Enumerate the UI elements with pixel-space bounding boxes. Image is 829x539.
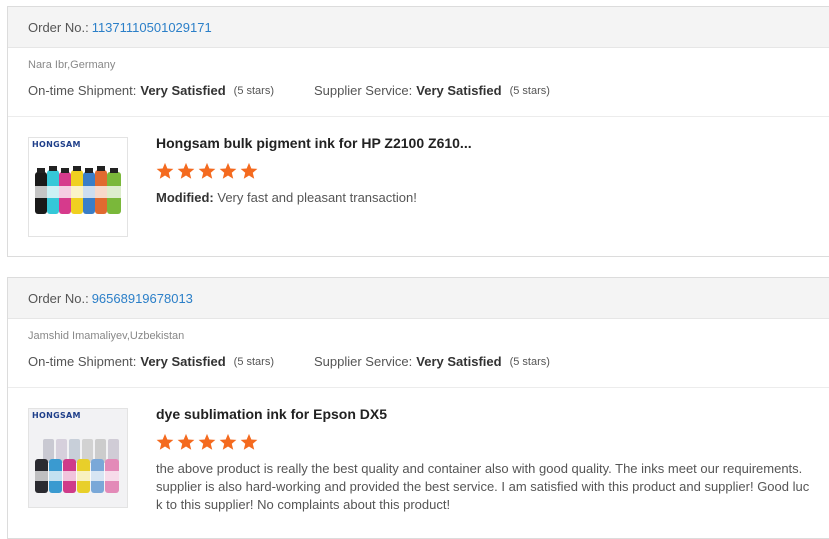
shipment-stars: (5 stars): [233, 355, 274, 368]
product-brand: HONGSAM: [32, 140, 81, 149]
product-thumbnail[interactable]: HONGSAM: [28, 137, 128, 237]
ink-bottles-image: [35, 166, 121, 214]
star-icon: [198, 162, 216, 179]
product-brand: HONGSAM: [32, 411, 81, 420]
feedback-text: Modified: Very fast and pleasant transac…: [156, 189, 811, 207]
shipment-stars: (5 stars): [233, 84, 274, 97]
shipment-value: Very Satisfied: [140, 83, 226, 98]
service-rating: Supplier Service: Very Satisfied (5 star…: [314, 354, 550, 369]
service-value: Very Satisfied: [416, 83, 502, 98]
product-info: Hongsam bulk pigment ink for HP Z2100 Z6…: [156, 135, 811, 207]
service-rating: Supplier Service: Very Satisfied (5 star…: [314, 83, 550, 98]
star-icon: [219, 433, 237, 450]
rating-line: On-time Shipment: Very Satisfied (5 star…: [28, 354, 829, 369]
service-stars: (5 stars): [509, 84, 550, 97]
star-icon: [240, 162, 258, 179]
ink-bottles-image: [29, 409, 127, 507]
feedback-card: Order No.: 96568919678013 Jamshid Imamal…: [7, 277, 829, 539]
star-icon: [219, 162, 237, 179]
star-icon: [156, 433, 174, 450]
shipment-label: On-time Shipment:: [28, 83, 137, 98]
feedback-card: Order No.: 11371110501029171 Nara Ibr,Ge…: [7, 6, 829, 257]
feedback-text: the above product is really the best qua…: [156, 461, 810, 512]
star-icon: [177, 162, 195, 179]
buyer-ratings: Jamshid Imamaliyev,Uzbekistan On-time Sh…: [8, 319, 829, 388]
product-title-link[interactable]: Hongsam bulk pigment ink for HP Z2100 Z6…: [156, 135, 811, 151]
star-rating: [156, 162, 811, 181]
star-rating: [156, 433, 811, 452]
buyer-name: Jamshid Imamaliyev,Uzbekistan: [28, 330, 185, 342]
star-icon: [240, 433, 258, 450]
service-value: Very Satisfied: [416, 354, 502, 369]
shipment-rating: On-time Shipment: Very Satisfied (5 star…: [28, 354, 274, 369]
order-label: Order No.:: [28, 19, 89, 35]
buyer-ratings: Nara Ibr,Germany On-time Shipment: Very …: [8, 48, 829, 117]
product-block: HONGSAM: [8, 117, 829, 237]
shipment-rating: On-time Shipment: Very Satisfied (5 star…: [28, 83, 274, 98]
product-info: dye sublimation ink for Epson DX5 the ab…: [156, 406, 811, 514]
order-number-link[interactable]: 96568919678013: [92, 291, 193, 306]
shipment-label: On-time Shipment:: [28, 354, 137, 369]
product-thumbnail[interactable]: HONGSAM: [28, 408, 128, 508]
order-header: Order No.: 11371110501029171: [8, 7, 829, 48]
service-label: Supplier Service:: [314, 354, 413, 369]
order-label: Order No.:: [28, 290, 89, 306]
product-block: HONGSAM: [8, 388, 829, 512]
modified-label: Modified:: [156, 190, 214, 205]
buyer-name: Nara Ibr,Germany: [28, 59, 116, 71]
shipment-value: Very Satisfied: [140, 354, 226, 369]
order-header: Order No.: 96568919678013: [8, 278, 829, 319]
service-label: Supplier Service:: [314, 83, 413, 98]
star-icon: [156, 162, 174, 179]
service-stars: (5 stars): [509, 355, 550, 368]
rating-line: On-time Shipment: Very Satisfied (5 star…: [28, 83, 829, 98]
star-icon: [198, 433, 216, 450]
product-title-link[interactable]: dye sublimation ink for Epson DX5: [156, 406, 811, 422]
star-icon: [177, 433, 195, 450]
feedback-body: Very fast and pleasant transaction!: [213, 190, 417, 205]
order-number-link[interactable]: 11371110501029171: [92, 20, 212, 35]
